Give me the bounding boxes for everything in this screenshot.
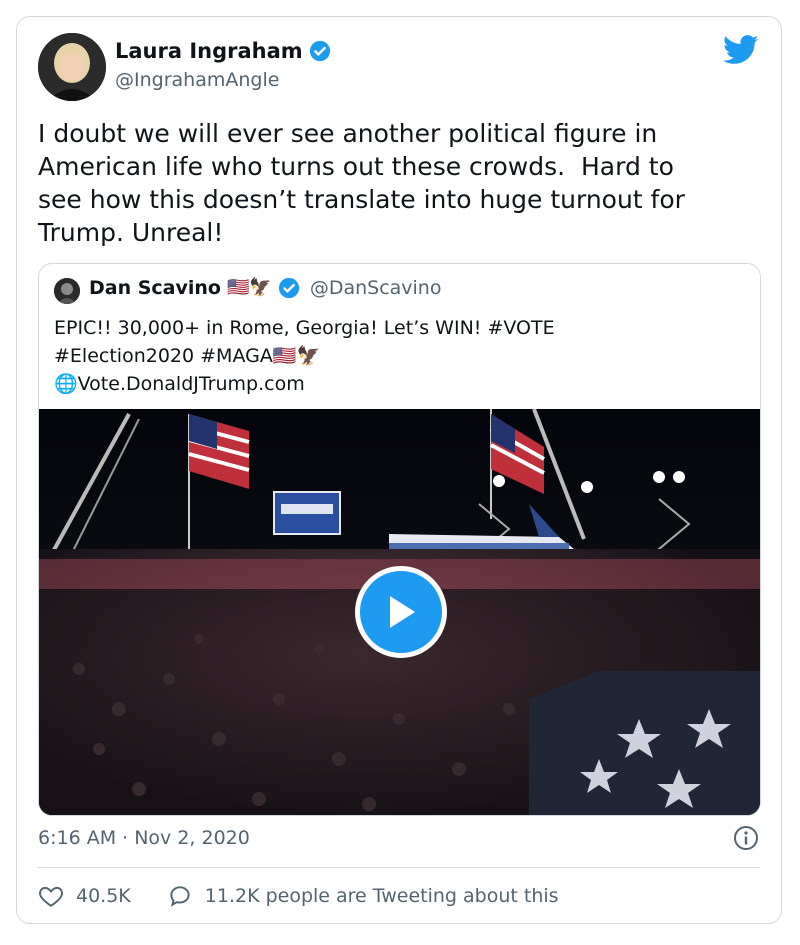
quoted-author-avatar[interactable]	[54, 278, 80, 304]
author-avatar[interactable]	[38, 33, 106, 101]
quoted-tweet[interactable]: Dan Scavino 🇺🇸🦅 @DanScavino EPIC!! 30,00…	[38, 263, 761, 816]
heart-icon	[39, 886, 63, 907]
tweet-card[interactable]: Laura Ingraham @IngrahamAngle I doubt we…	[16, 16, 782, 924]
play-button[interactable]	[355, 566, 447, 658]
twitter-bird-icon[interactable]	[723, 35, 759, 65]
quoted-text: EPIC!! 30,000+ in Rome, Georgia! Let’s W…	[54, 317, 555, 395]
author-name-row[interactable]: Laura Ingraham	[115, 39, 331, 63]
quoted-header: Dan Scavino 🇺🇸🦅 @DanScavino	[89, 277, 441, 299]
info-icon[interactable]	[733, 825, 759, 851]
tweet-text: I doubt we will ever see another politic…	[38, 119, 685, 247]
speech-bubble-icon	[170, 886, 190, 907]
like-button[interactable]: 40.5K	[38, 883, 131, 909]
tweet-timestamp[interactable]: 6:16 AM · Nov 2, 2020	[38, 827, 250, 849]
quoted-name-emoji: 🇺🇸🦅	[226, 277, 272, 298]
like-count: 40.5K	[76, 885, 131, 907]
quoted-author-handle[interactable]: @DanScavino	[310, 277, 442, 299]
video-thumbnail[interactable]	[39, 409, 760, 815]
tweeting-about-link[interactable]: 11.2K people are Tweeting about this	[167, 883, 559, 909]
verified-badge-icon	[309, 40, 330, 62]
tweeting-about-text: 11.2K people are Tweeting about this	[204, 885, 559, 907]
action-bar: 40.5K 11.2K people are Tweeting about th…	[38, 883, 595, 909]
divider	[38, 867, 760, 868]
author-handle[interactable]: @IngrahamAngle	[115, 69, 279, 91]
verified-badge-icon	[278, 277, 299, 299]
quoted-author-name[interactable]: Dan Scavino	[89, 277, 221, 299]
play-icon	[390, 596, 415, 628]
author-name[interactable]: Laura Ingraham	[115, 39, 303, 63]
